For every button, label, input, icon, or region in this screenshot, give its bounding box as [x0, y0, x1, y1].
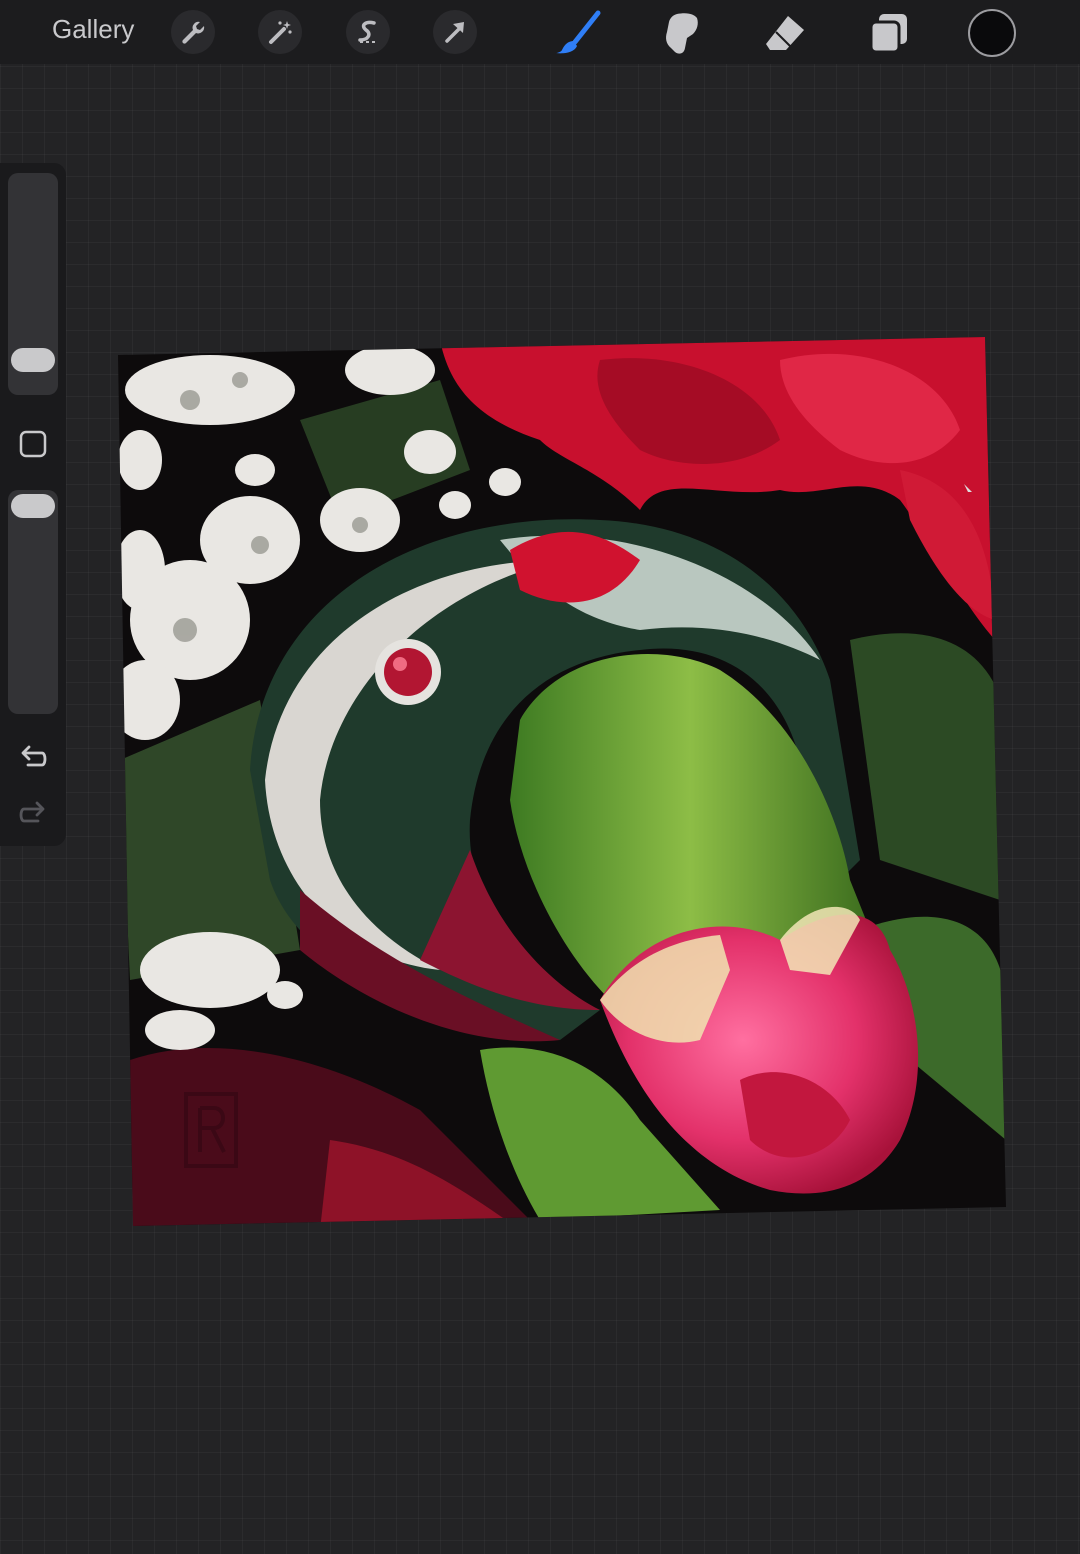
drawing-canvas[interactable]	[0, 0, 1080, 1554]
artwork-painting	[118, 337, 1006, 1226]
